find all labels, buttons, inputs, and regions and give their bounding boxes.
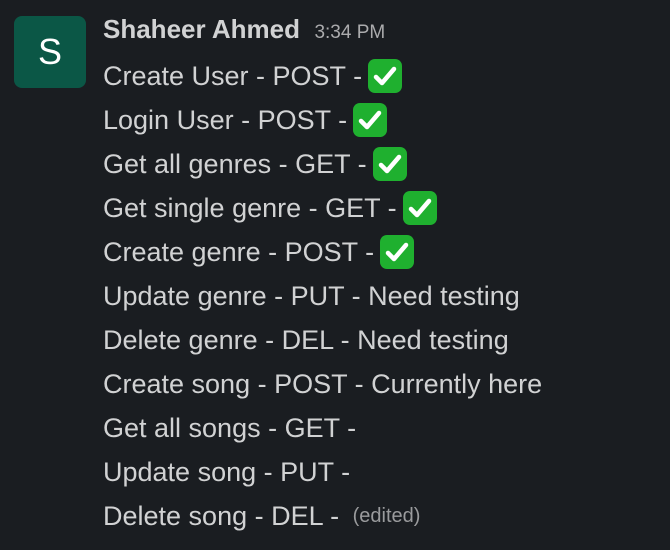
message-header: Shaheer Ahmed 3:34 PM — [103, 14, 385, 50]
message-line-text: Login User - POST - — [103, 105, 348, 135]
message-line-text: Delete song - DEL - — [103, 501, 347, 531]
message-line-text: Get single genre - GET - — [103, 193, 397, 223]
message-line: Login User - POST - — [103, 98, 542, 142]
check-mark-icon — [372, 147, 407, 181]
message-line: Delete genre - DEL - Need testing — [103, 318, 542, 362]
message-line: Update song - PUT - — [103, 450, 542, 494]
check-mark-icon — [380, 235, 415, 269]
message-line-text: Get all songs - GET - — [103, 413, 357, 443]
message-line-text: Create genre - POST - — [103, 237, 375, 267]
message-body: Create User - POST - Login User - POST -… — [103, 54, 542, 538]
message-line: Create User - POST - — [103, 54, 542, 98]
message-line-text: Update genre - PUT - Need testing — [103, 281, 520, 311]
check-mark-icon — [368, 59, 403, 93]
message-line-text: Delete genre - DEL - Need testing — [103, 325, 509, 355]
message-line-text: Get all genres - GET - — [103, 149, 367, 179]
check-mark-icon — [402, 191, 437, 225]
message-line: Delete song - DEL - (edited) — [103, 494, 542, 538]
avatar[interactable]: S — [14, 16, 86, 88]
message-line: Update genre - PUT - Need testing — [103, 274, 542, 318]
message-line: Create song - POST - Currently here — [103, 362, 542, 406]
message-line-text: Create song - POST - Currently here — [103, 369, 543, 399]
check-mark-icon — [353, 103, 388, 137]
edited-label: (edited) — [352, 505, 421, 527]
chat-message: S Shaheer Ahmed 3:34 PM Create User - PO… — [0, 0, 670, 550]
sender-name[interactable]: Shaheer Ahmed — [103, 14, 300, 44]
message-line: Get all songs - GET - — [103, 406, 542, 450]
message-line: Get all genres - GET - — [103, 142, 542, 186]
message-timestamp[interactable]: 3:34 PM — [314, 22, 385, 43]
message-line-text: Create User - POST - — [103, 61, 363, 91]
message-line: Create genre - POST - — [103, 230, 542, 274]
message-line-text: Update song - PUT - — [103, 457, 351, 487]
message-line: Get single genre - GET - — [103, 186, 542, 230]
